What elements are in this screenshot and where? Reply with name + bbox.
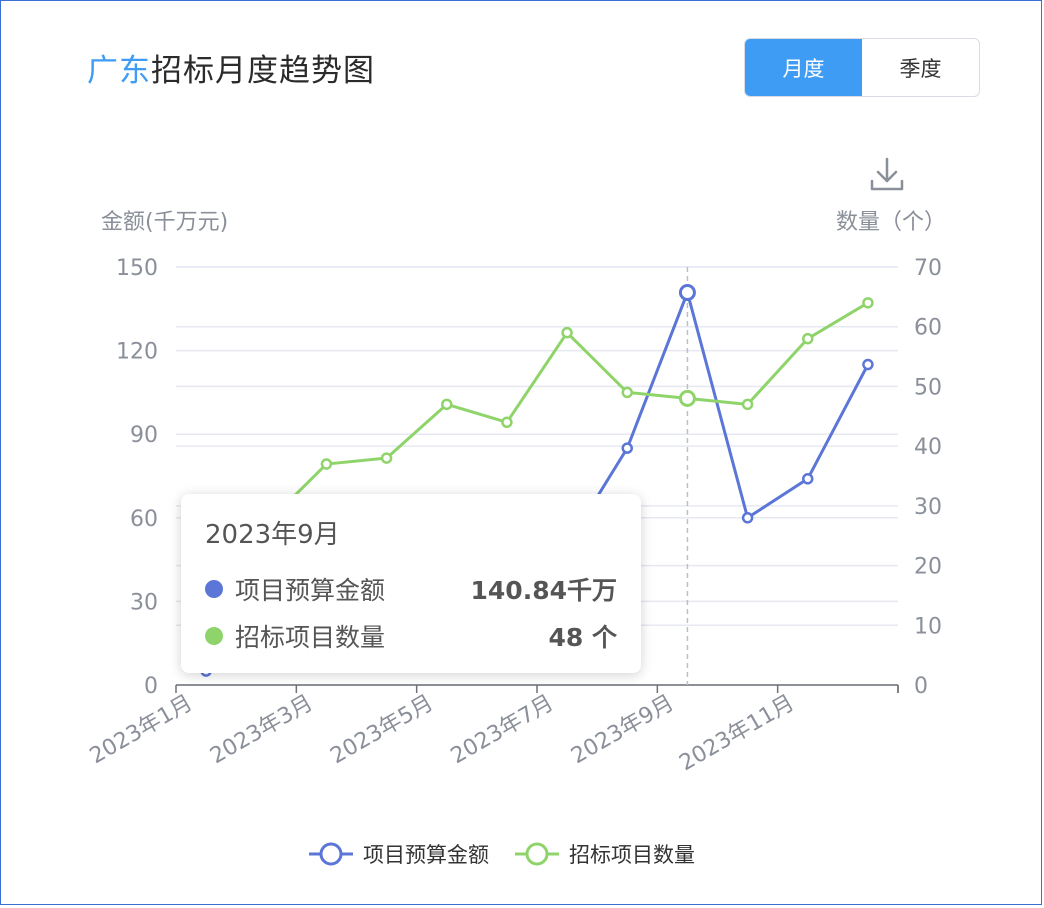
data-point-count xyxy=(802,332,814,345)
tooltip-value: 48 个 xyxy=(548,622,618,652)
y-left-tick-label: 150 xyxy=(116,256,158,281)
y-left-tick-label: 0 xyxy=(144,674,158,699)
legend-label: 招标项目数量 xyxy=(569,843,695,867)
y-left-tick-label: 90 xyxy=(130,423,158,448)
tooltip-label: 招标项目数量 xyxy=(235,622,386,652)
y-right-tick-label: 0 xyxy=(914,674,928,699)
data-point-count xyxy=(561,326,573,339)
y-right-tick-label: 70 xyxy=(914,256,942,281)
legend-item-budget[interactable]: 项目预算金额 xyxy=(307,839,489,869)
data-point-budget xyxy=(862,358,874,371)
data-point-budget xyxy=(678,284,696,302)
tooltip-row-budget: 项目预算金额 140.84千万 xyxy=(205,565,617,612)
x-tick-label: 2023年3月 xyxy=(206,691,317,770)
tooltip-label: 项目预算金额 xyxy=(235,575,386,605)
chart-legend: 项目预算金额 招标项目数量 xyxy=(307,839,695,869)
data-point-budget xyxy=(621,442,633,454)
data-point-count xyxy=(441,398,453,411)
data-point-count xyxy=(501,416,513,429)
y-left-axis-title: 金额(千万元) xyxy=(101,210,228,235)
y-left-tick-label: 60 xyxy=(130,507,158,532)
y-left-tick-label: 120 xyxy=(116,340,158,365)
y-right-tick-label: 40 xyxy=(914,435,942,460)
y-right-tick-label: 50 xyxy=(914,375,942,400)
x-tick-label: 2023年11月 xyxy=(675,691,798,777)
data-point-budget xyxy=(802,473,814,485)
data-point-count xyxy=(621,386,633,399)
line-chart: 0 30 60 90 120 150 0 10 20 30 40 50 60 70 金额(千万元) 数量（个）… xyxy=(86,210,946,777)
y-right-axis-title: 数量（个） xyxy=(836,210,946,235)
chart-card: 广东招标月度趋势图 月度 季度 0 30 60 90 120 150 0 10 20 30 40 50… xyxy=(0,0,1042,905)
y-right-tick-label: 30 xyxy=(914,495,942,520)
count-dot-icon xyxy=(205,626,223,645)
data-point-budget xyxy=(741,512,754,524)
tooltip-row-count: 招标项目数量 48 个 xyxy=(205,612,617,659)
data-point-count xyxy=(862,297,874,309)
legend-line-circle-icon xyxy=(309,842,353,866)
x-tick-label: 2023年7月 xyxy=(447,691,558,770)
y-right-tick-label: 60 xyxy=(914,316,942,341)
x-tick-label: 2023年1月 xyxy=(86,691,197,770)
x-tick-label: 2023年5月 xyxy=(326,691,437,770)
legend-line-circle-icon xyxy=(515,842,559,866)
legend-label: 项目预算金额 xyxy=(363,843,489,867)
data-point-count xyxy=(678,389,696,407)
y-left-tick-label: 30 xyxy=(130,590,158,615)
x-tick-label: 2023年9月 xyxy=(567,691,678,770)
y-right-tick-label: 20 xyxy=(914,555,942,580)
tooltip-value: 140.84千万 xyxy=(470,575,617,605)
y-right-tick-label: 10 xyxy=(914,614,942,639)
tooltip-title: 2023年9月 xyxy=(205,520,340,550)
data-point-count xyxy=(741,398,754,411)
legend-item-count[interactable]: 招标项目数量 xyxy=(513,839,695,869)
chart-tooltip: 2023年9月 项目预算金额 140.84千万 招标项目数量 48 个 xyxy=(181,494,641,673)
data-point-count xyxy=(320,458,333,470)
budget-dot-icon xyxy=(205,579,223,598)
data-point-count xyxy=(380,452,393,464)
